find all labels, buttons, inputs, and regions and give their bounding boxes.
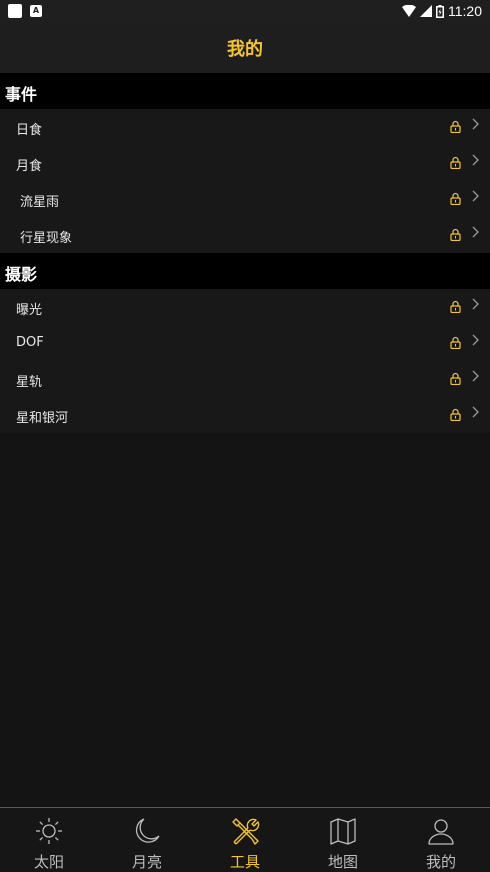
list-item-stars-milky-way[interactable]: 星和银河 <box>0 397 490 433</box>
list-item-label: 曝光 <box>16 303 43 318</box>
chevron-right-icon <box>472 154 479 166</box>
sun-icon <box>36 818 62 844</box>
wifi-icon <box>402 5 416 17</box>
chevron-right-icon <box>472 118 479 130</box>
section-title: 事件 <box>5 85 38 104</box>
section-title: 摄影 <box>5 265 38 284</box>
list-item-meteor-shower[interactable]: 流星雨 <box>0 181 490 217</box>
tab-map[interactable]: 地图 <box>294 808 392 872</box>
lock-icon <box>450 336 461 349</box>
chevron-right-icon <box>472 370 479 382</box>
tab-moon[interactable]: 月亮 <box>98 808 196 872</box>
list-item-label: 行星现象 <box>20 231 73 246</box>
lock-icon <box>450 372 461 385</box>
list-item-exposure[interactable]: 曝光 <box>0 289 490 325</box>
tab-label: 工具 <box>229 853 260 871</box>
tab-label: 太阳 <box>33 853 64 871</box>
list-item-label: 星和银河 <box>16 411 69 426</box>
list-item-label: 月食 <box>16 159 43 174</box>
lock-icon <box>450 300 461 313</box>
chevron-right-icon <box>472 226 479 238</box>
map-icon <box>330 818 356 845</box>
list-item-label: 星轨 <box>16 375 43 390</box>
section-header-events: 事件 <box>0 73 490 109</box>
lock-icon <box>450 120 461 133</box>
empty-area <box>0 434 490 807</box>
title-bar: 我的 <box>0 22 490 73</box>
tab-tools[interactable]: 工具 <box>196 808 294 872</box>
notification-icon <box>8 4 22 18</box>
list-item-solar-eclipse[interactable]: 日食 <box>0 109 490 145</box>
tools-icon <box>232 818 260 845</box>
moon-icon <box>135 818 160 843</box>
status-time: 11:20 <box>448 3 482 19</box>
list-item-star-trails[interactable]: 星轨 <box>0 361 490 397</box>
lock-icon <box>450 408 461 421</box>
tab-sun[interactable]: 太阳 <box>0 808 98 872</box>
list-item-label: DOF <box>16 335 44 350</box>
list-item-lunar-eclipse[interactable]: 月食 <box>0 145 490 181</box>
bottom-tab-bar: 太阳 月亮 工具 地图 我的 <box>0 807 490 872</box>
tab-label: 月亮 <box>131 853 162 871</box>
tab-me[interactable]: 我的 <box>392 808 490 872</box>
chevron-right-icon <box>472 190 479 202</box>
list-item-label: 日食 <box>16 123 43 138</box>
lock-icon <box>450 156 461 169</box>
lock-icon <box>450 192 461 205</box>
tab-label: 地图 <box>327 853 358 871</box>
status-bar: A 11:20 <box>0 0 490 22</box>
list-item-dof[interactable]: DOF <box>0 325 490 361</box>
signal-icon <box>420 5 432 17</box>
page-title: 我的 <box>227 39 263 60</box>
lock-icon <box>450 228 461 241</box>
section-header-photography: 摄影 <box>0 253 490 289</box>
battery-icon <box>436 4 444 18</box>
list-item-planetary-phenomena[interactable]: 行星现象 <box>0 217 490 253</box>
list-item-label: 流星雨 <box>20 195 60 210</box>
tab-label: 我的 <box>425 853 456 871</box>
a-icon: A <box>30 5 42 17</box>
chevron-right-icon <box>472 334 479 346</box>
user-icon <box>428 819 454 845</box>
chevron-right-icon <box>472 298 479 310</box>
chevron-right-icon <box>472 406 479 418</box>
